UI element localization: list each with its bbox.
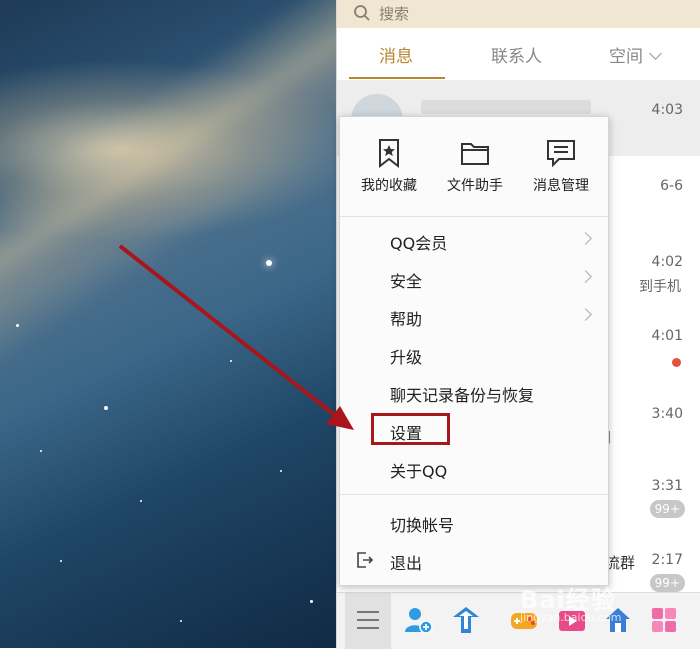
watermark-logo: Bai经验 jingyan.baidu.com (520, 586, 622, 624)
apps-grid-icon[interactable] (649, 605, 679, 635)
search-bar[interactable]: 搜索 (337, 0, 700, 29)
main-menu-popup: 我的收藏 文件助手 消息管理 QQ会员 安全 帮助 升级 聊天记录备份与恢复 设… (339, 116, 609, 586)
settings-highlight-box (371, 413, 450, 445)
main-menu-button[interactable] (345, 593, 391, 649)
menu-item-security[interactable]: 安全 (340, 259, 608, 297)
menu-item-upgrade[interactable]: 升级 (340, 335, 608, 373)
menu-item-label: 升级 (390, 348, 423, 367)
star (140, 500, 142, 502)
app-manager-icon[interactable] (451, 605, 481, 635)
quick-action-favorites[interactable]: 我的收藏 (346, 137, 432, 207)
chat-name: 流群 (605, 554, 636, 572)
star (104, 406, 108, 410)
star (280, 470, 282, 472)
galaxy-band (0, 0, 336, 387)
quick-action-message-manager[interactable]: 消息管理 (518, 137, 604, 207)
unread-dot (672, 358, 681, 367)
quick-action-label: 我的收藏 (361, 178, 417, 194)
bottom-toolbar (337, 592, 700, 649)
chat-time: 4:03 (651, 102, 683, 118)
star (266, 260, 272, 266)
tab-space-label: 空间 (609, 47, 643, 67)
menu-item-label: 退出 (390, 554, 423, 573)
search-icon (354, 5, 370, 21)
tab-messages[interactable]: 消息 (379, 42, 413, 67)
tab-contacts[interactable]: 联系人 (491, 42, 542, 67)
chevron-right-icon (579, 232, 592, 245)
chat-time: 4:02 (651, 254, 683, 270)
quick-actions: 我的收藏 文件助手 消息管理 (340, 117, 608, 215)
chat-time: 2:17 (651, 552, 683, 568)
menu-divider (340, 216, 608, 217)
tab-bar: 消息 联系人 空间 (337, 28, 700, 80)
message-manage-icon (547, 140, 575, 168)
chat-time: 3:40 (651, 406, 683, 422)
menu-item-chat-backup[interactable]: 聊天记录备份与恢复 (340, 373, 608, 411)
chat-snippet: 到手机 (639, 279, 681, 295)
tab-space[interactable]: 空间 (609, 42, 662, 67)
menu-divider (340, 494, 608, 495)
star (60, 560, 62, 562)
bookmark-star-icon (379, 139, 399, 169)
menu-item-label: 聊天记录备份与恢复 (390, 386, 535, 405)
unread-badge: 99+ (649, 574, 685, 592)
star (16, 324, 19, 327)
search-placeholder: 搜索 (379, 5, 410, 23)
star (230, 360, 232, 362)
menu-item-label: 安全 (390, 272, 423, 291)
menu-item-qq-vip[interactable]: QQ会员 (340, 221, 608, 259)
menu-item-switch-account[interactable]: 切换帐号 (340, 503, 608, 541)
exit-icon (357, 552, 374, 568)
chat-time: 6-6 (660, 178, 683, 194)
chat-time: 3:31 (651, 478, 683, 494)
menu-item-label: 切换帐号 (390, 516, 455, 535)
menu-item-about[interactable]: 关于QQ (340, 449, 608, 487)
blurred-name (421, 100, 591, 114)
menu-item-exit[interactable]: 退出 (340, 541, 608, 579)
star (40, 450, 42, 452)
chevron-right-icon (579, 308, 592, 321)
quick-action-file-assistant[interactable]: 文件助手 (432, 137, 518, 207)
quick-action-label: 消息管理 (533, 178, 589, 194)
menu-item-label: QQ会员 (390, 234, 448, 253)
menu-item-label: 关于QQ (390, 462, 448, 481)
chevron-right-icon (579, 270, 592, 283)
chat-time: 4:01 (651, 328, 683, 344)
quick-action-label: 文件助手 (447, 178, 503, 194)
star (180, 620, 182, 622)
add-contact-icon[interactable] (403, 605, 433, 635)
menu-item-label: 帮助 (390, 310, 423, 329)
folder-icon (461, 143, 489, 165)
star (310, 600, 313, 603)
desktop-wallpaper (0, 0, 336, 648)
chevron-down-icon (649, 47, 662, 60)
unread-badge: 99+ (649, 500, 685, 518)
active-tab-indicator (349, 77, 445, 79)
menu-item-help[interactable]: 帮助 (340, 297, 608, 335)
